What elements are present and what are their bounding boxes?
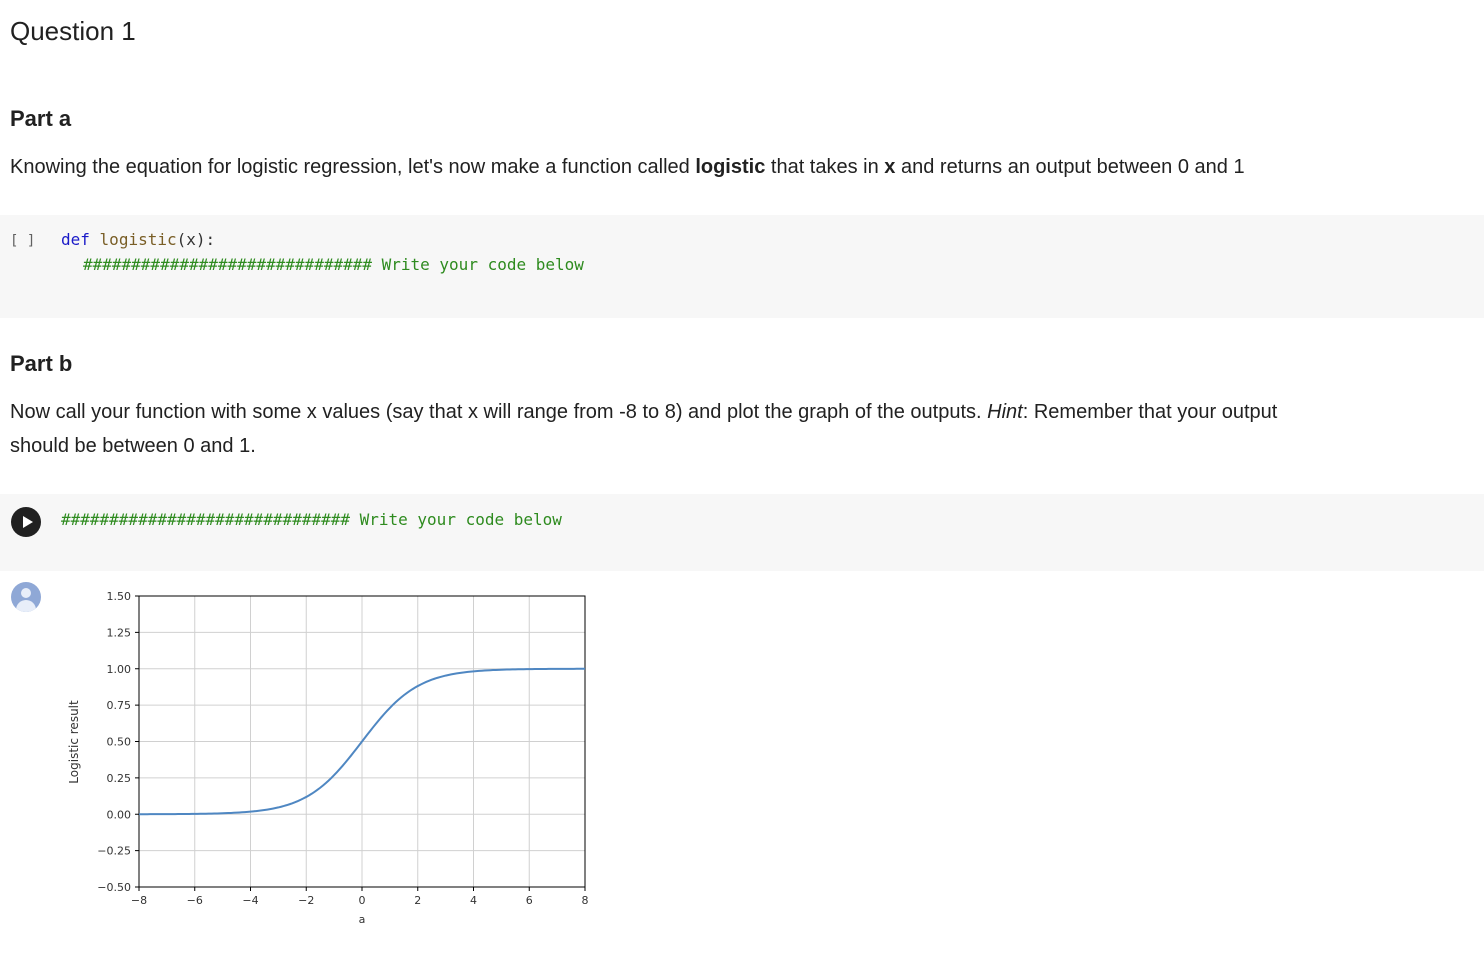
x-tick-label: −2 — [298, 894, 314, 907]
y-tick-label: 1.00 — [107, 663, 132, 676]
x-tick-label: −8 — [131, 894, 147, 907]
y-tick-label: 0.75 — [107, 699, 132, 712]
x-tick-label: 6 — [526, 894, 533, 907]
part-a-heading: Part a — [10, 106, 72, 131]
y-tick-label: 0.00 — [107, 808, 132, 821]
function-signature: (x): — [176, 230, 216, 249]
question-title: Question 1 — [10, 16, 136, 46]
x-axis-label: a — [359, 913, 366, 926]
code-comment[interactable]: ############################## Write you… — [61, 510, 562, 529]
x-tick-label: −6 — [187, 894, 203, 907]
x-tick-label: 8 — [582, 894, 589, 907]
part-a-bold-x: x — [884, 156, 896, 178]
logistic-chart: −8 −6 −4 −2 0 2 4 6 8 −0.50 −0.25 0.00 0.25 0.50 0.75 1… — [67, 590, 589, 926]
code-cell-part-a[interactable]: [ ] def logistic(x): ###################… — [0, 215, 1484, 318]
y-tick-label: 0.50 — [107, 736, 132, 749]
code-comment[interactable]: ############################## Write you… — [83, 255, 584, 274]
y-tick-label: −0.50 — [97, 881, 131, 894]
execution-count[interactable]: [ ] — [10, 233, 35, 249]
part-a-bold-logistic: logistic — [695, 156, 766, 178]
x-tick-label: 2 — [414, 894, 421, 907]
function-name: logistic — [99, 230, 177, 249]
part-b-heading: Part b — [10, 351, 73, 376]
code-cell-part-b[interactable]: ############################## Write you… — [0, 494, 1484, 571]
part-a-description: Knowing the equation for logistic regres… — [10, 150, 1450, 184]
x-tick-label: 0 — [359, 894, 366, 907]
x-tick-label: −4 — [242, 894, 258, 907]
part-b-text-2: : Remember that your output — [1022, 401, 1278, 423]
code-line-def[interactable]: def logistic(x): — [61, 230, 215, 249]
part-a-text-1: Knowing the equation for logistic regres… — [10, 156, 696, 178]
part-b-text-1: Now call your function with some x value… — [10, 401, 988, 423]
y-tick-label: 1.50 — [107, 590, 132, 603]
part-b-description: Now call your function with some x value… — [10, 395, 1450, 463]
keyword-def: def — [61, 230, 90, 249]
part-b-hint: Hint — [987, 401, 1023, 423]
part-a-text-3: and returns an output between 0 and 1 — [895, 156, 1245, 178]
user-avatar-icon — [11, 582, 41, 612]
y-axis-label: Logistic result — [67, 700, 81, 784]
x-tick-label: 4 — [470, 894, 477, 907]
part-a-text-2: that takes in — [765, 156, 885, 178]
y-tick-label: 1.25 — [107, 626, 132, 639]
play-circle-icon[interactable] — [11, 507, 41, 537]
y-tick-label: −0.25 — [97, 845, 131, 858]
y-tick-label: 0.25 — [107, 772, 132, 785]
part-b-text-3: should be between 0 and 1. — [10, 435, 256, 457]
